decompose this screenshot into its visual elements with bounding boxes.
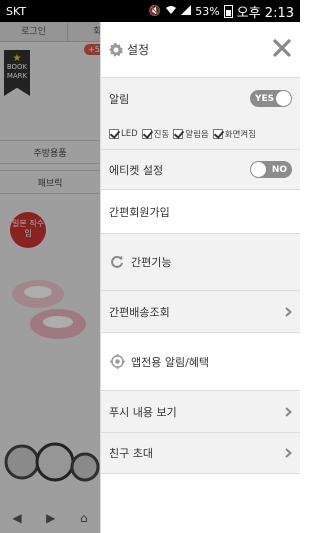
alarm-label: 알림 [109,92,130,106]
app-alarm-row[interactable]: 앱전용 알림/혜택 [101,332,300,390]
carrier-label: SKT [6,4,27,18]
toggle-knob [251,162,266,177]
vibrate-label: 진동 [153,130,170,140]
eticket-toggle[interactable]: NO [250,161,292,178]
delivery-lookup-label: 간편배송조회 [109,305,170,319]
eticket-toggle-label: NO [271,164,287,175]
checkbox-icon [109,129,119,139]
chevron-right-icon [285,406,292,417]
mute-icon: 🔇 [148,5,162,17]
target-icon [109,354,125,370]
settings-drawer: 설정 알림 YES LED 진동 알림음 화면켜짐 에티켓 설정 NO 간편회원… [100,22,300,533]
eticket-label: 에티켓 설정 [109,163,164,177]
screen-on-checkbox[interactable]: 화면켜짐 [212,128,257,140]
status-icons: 🔇 53% 오후 2:13 [149,2,294,21]
alarm-row: 알림 YES [101,77,300,119]
drawer-header: 설정 [101,22,300,77]
checkbox-icon [212,129,223,139]
simple-join-label: 간편회원가입 [109,205,170,219]
signal-icon [181,4,192,18]
close-icon [273,39,291,57]
push-view-label: 푸시 내용 보기 [109,405,177,419]
sound-checkbox[interactable]: 알림음 [173,128,209,140]
dim-overlay[interactable] [0,22,100,533]
clock: 오후 2:13 [236,5,294,21]
simple-function-row[interactable]: 간편기능 [101,233,300,290]
wifi-icon [165,5,177,18]
sound-label: 알림음 [185,130,209,140]
drawer-title: 설정 [127,43,150,57]
battery-percent: 53% [195,4,220,18]
alarm-toggle[interactable]: YES [250,90,292,107]
simple-function-label: 간편기능 [131,256,172,269]
battery-icon [223,4,233,18]
delivery-lookup-row[interactable]: 간편배송조회 [101,290,300,332]
refresh-icon [109,254,125,270]
invite-label: 친구 초대 [109,447,153,460]
checkbox-icon [173,129,184,139]
screen-on-label: 화면켜짐 [224,130,257,140]
invite-row[interactable]: 친구 초대 [101,432,300,474]
app-alarm-label: 앱전용 알림/혜택 [131,355,210,369]
chevron-right-icon [285,306,292,317]
led-label: LED [121,129,138,139]
eticket-row: 에티켓 설정 NO [101,149,300,189]
alarm-options: LED 진동 알림음 화면켜짐 [101,119,300,149]
close-button[interactable] [271,37,293,59]
alarm-toggle-label: YES [255,93,275,104]
vibrate-checkbox[interactable]: 진동 [141,128,170,140]
led-checkbox[interactable]: LED [109,129,138,139]
checkbox-icon [141,129,152,139]
push-view-row[interactable]: 푸시 내용 보기 [101,390,300,432]
gear-icon [109,42,123,57]
toggle-knob [276,91,291,106]
simple-join-row[interactable]: 간편회원가입 [101,189,300,233]
status-bar: SKT 🔇 53% 오후 2:13 [0,0,300,22]
chevron-right-icon [285,448,292,458]
